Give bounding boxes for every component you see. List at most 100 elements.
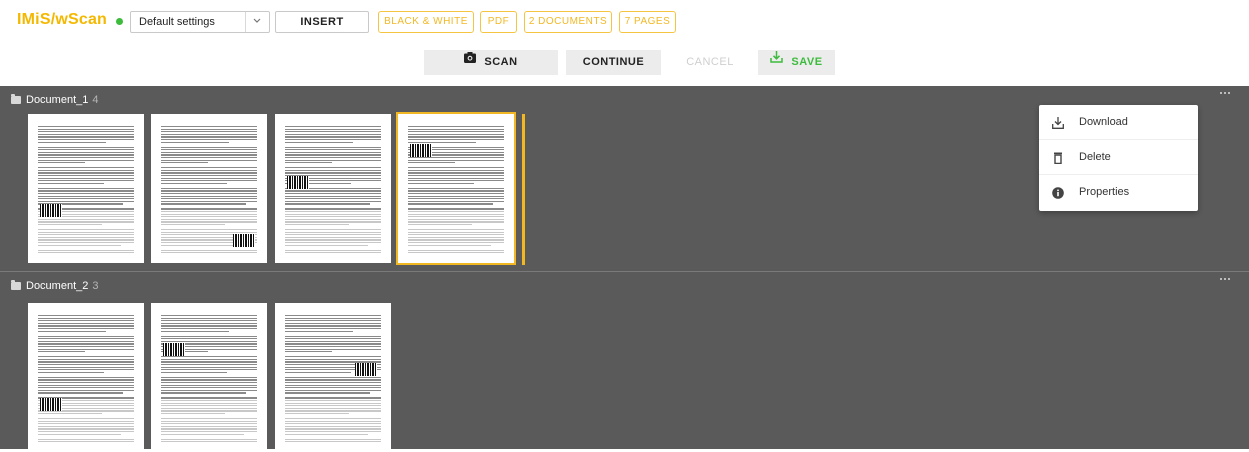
chevron-down-icon[interactable]	[245, 12, 269, 32]
text-line	[161, 322, 257, 324]
text-line	[285, 236, 381, 238]
text-line	[161, 231, 257, 233]
text-line	[161, 211, 257, 213]
text-line	[408, 224, 472, 226]
text-line	[161, 335, 257, 337]
text-line	[38, 224, 102, 226]
document-name: Document_1	[26, 94, 89, 106]
documents-count-chip[interactable]: 2 DOCUMENTS	[524, 11, 612, 33]
text-line	[38, 239, 134, 241]
text-line	[38, 348, 134, 350]
text-line	[161, 328, 257, 330]
page-thumbnail[interactable]	[151, 114, 267, 263]
text-line	[285, 157, 381, 159]
text-line	[38, 330, 106, 332]
save-button[interactable]: SAVE	[758, 50, 835, 75]
menu-item-delete[interactable]: Delete	[1039, 140, 1198, 175]
text-line	[38, 346, 134, 348]
text-line	[408, 216, 504, 218]
text-line	[38, 159, 134, 161]
text-line	[38, 343, 134, 345]
scan-button[interactable]: SCAN	[424, 50, 558, 75]
text-line	[285, 343, 381, 345]
text-line	[408, 195, 504, 197]
text-line	[285, 356, 381, 358]
text-line	[161, 221, 257, 223]
settings-select[interactable]: Default settings	[130, 11, 270, 33]
text-line	[161, 175, 257, 177]
cancel-button[interactable]: CANCEL	[670, 50, 750, 75]
document-name: Document_2	[26, 280, 89, 292]
page-thumbnail[interactable]	[151, 303, 267, 452]
text-line	[408, 180, 504, 182]
text-line	[285, 216, 381, 218]
text-line	[285, 407, 381, 409]
text-line	[408, 252, 504, 254]
more-options-icon[interactable]	[1220, 92, 1232, 96]
page-thumbnail[interactable]	[396, 112, 516, 265]
text-line	[38, 392, 123, 394]
text-line	[38, 133, 134, 135]
text-line	[285, 441, 381, 443]
page-thumbnail[interactable]	[28, 114, 144, 263]
text-line	[285, 133, 381, 135]
camera-icon	[464, 48, 477, 73]
text-line	[161, 320, 257, 322]
text-line	[38, 136, 134, 138]
text-line	[408, 126, 504, 128]
text-line	[161, 131, 257, 133]
format-chip[interactable]: PDF	[480, 11, 517, 33]
text-line	[38, 131, 134, 133]
text-line	[408, 157, 504, 159]
page-thumbnail[interactable]	[275, 303, 391, 452]
document-page-count: 3	[92, 280, 99, 292]
text-line	[285, 169, 381, 171]
continue-button[interactable]: CONTINUE	[566, 50, 661, 75]
text-line	[38, 389, 134, 391]
info-icon	[1052, 186, 1064, 199]
text-line	[285, 200, 381, 202]
menu-item-properties[interactable]: Properties	[1039, 175, 1198, 210]
text-line	[38, 358, 134, 360]
text-line	[285, 420, 381, 422]
text-line	[408, 229, 504, 231]
page-thumbnail[interactable]	[28, 303, 144, 452]
insert-position-marker	[522, 114, 525, 265]
text-line	[161, 364, 257, 366]
text-line	[161, 418, 257, 420]
text-line	[161, 198, 257, 200]
text-line	[161, 379, 257, 381]
text-line	[285, 397, 381, 399]
text-line	[38, 413, 102, 415]
text-line	[161, 420, 257, 422]
text-line	[38, 420, 134, 422]
text-line	[161, 376, 257, 378]
text-line	[38, 320, 134, 322]
text-line	[161, 190, 257, 192]
text-line	[161, 229, 257, 231]
text-line	[38, 382, 134, 384]
download-icon	[1052, 116, 1064, 129]
text-line	[161, 366, 257, 368]
menu-item-label: Download	[1079, 116, 1128, 128]
text-line	[161, 136, 257, 138]
text-line	[38, 423, 134, 425]
color-mode-chip[interactable]: BLACK & WHITE	[378, 11, 474, 33]
text-line	[285, 159, 381, 161]
barcode	[40, 398, 62, 411]
text-line	[285, 229, 381, 231]
text-line	[38, 340, 134, 342]
text-line	[38, 149, 134, 151]
insert-button[interactable]: INSERT	[275, 11, 369, 33]
page-thumbnail[interactable]	[275, 114, 391, 263]
text-line	[285, 195, 381, 197]
text-line	[161, 180, 257, 182]
menu-item-download[interactable]: Download	[1039, 105, 1198, 140]
text-line	[285, 198, 381, 200]
pages-count-chip[interactable]: 7 PAGES	[619, 11, 676, 33]
text-line	[408, 190, 504, 192]
text-line	[38, 387, 134, 389]
text-line	[408, 211, 504, 213]
more-options-icon[interactable]	[1220, 278, 1232, 282]
text-line	[38, 351, 85, 353]
